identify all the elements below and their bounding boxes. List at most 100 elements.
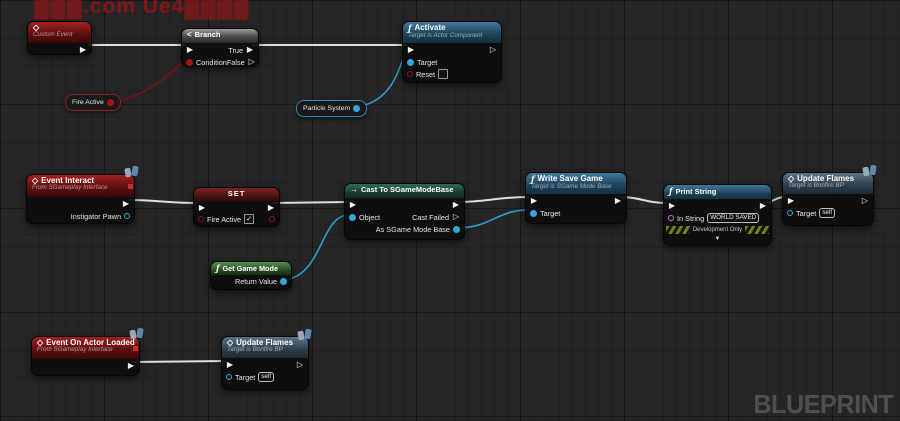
pin-label-false: False bbox=[227, 58, 245, 67]
target-pin[interactable] bbox=[530, 210, 537, 217]
exec-out-pin[interactable] bbox=[759, 202, 767, 210]
target-pin[interactable] bbox=[407, 59, 414, 66]
pin-label-object: Object bbox=[359, 213, 380, 222]
function-icon bbox=[669, 187, 672, 196]
wire-object-particle-activate bbox=[358, 59, 403, 107]
node-activate[interactable]: Activate Target is Actor Component Targe… bbox=[402, 21, 502, 83]
node-title: Print String bbox=[675, 188, 716, 196]
node-branch[interactable]: Branch True Condition False bbox=[181, 28, 259, 67]
pin-label-as-sgamemodebase: As SGame Mode Base bbox=[376, 225, 450, 234]
pin-label-condition: Condition bbox=[196, 58, 227, 67]
exec-in-pin[interactable] bbox=[186, 46, 194, 54]
node-custom-event[interactable]: Custom Event bbox=[27, 21, 92, 55]
blueprint-canvas[interactable]: Custom Event Branch True Condition False… bbox=[0, 0, 900, 421]
in-string-pin[interactable] bbox=[668, 215, 674, 221]
development-only-label: Development Only bbox=[690, 227, 745, 233]
true-exec-pin[interactable] bbox=[246, 46, 254, 54]
node-subtitle: From SGameplay Interface bbox=[37, 347, 134, 354]
pin-label-cast-failed: Cast Failed bbox=[412, 213, 449, 222]
wire-exec-cast-write bbox=[456, 197, 529, 202]
node-write-save-game[interactable]: Write Save Game Target is SGame Mode Bas… bbox=[525, 172, 627, 224]
cast-icon bbox=[350, 186, 358, 194]
target-pin[interactable] bbox=[226, 374, 232, 380]
node-event-interact[interactable]: Event Interact From SGameplay Interface … bbox=[26, 174, 135, 224]
node-header: Event On Actor Loaded From SGameplay Int… bbox=[32, 337, 139, 359]
target-pin[interactable] bbox=[787, 210, 793, 216]
blueprint-interface-icon bbox=[862, 165, 878, 178]
exec-in-pin[interactable] bbox=[349, 201, 357, 209]
function-icon bbox=[216, 264, 219, 273]
blueprint-interface-icon bbox=[129, 328, 145, 341]
pin-label-instigator-pawn: Instigator Pawn bbox=[71, 212, 121, 221]
target-self-value[interactable]: self bbox=[819, 208, 835, 218]
condition-pin[interactable] bbox=[186, 59, 193, 66]
bool-out-pin[interactable] bbox=[107, 99, 114, 106]
blueprint-interface-icon bbox=[297, 329, 313, 342]
wire-object-cast-write bbox=[456, 210, 529, 228]
node-title: Get Game Mode bbox=[222, 265, 278, 273]
blueprint-interface-icon bbox=[124, 166, 140, 179]
exec-out-pin[interactable] bbox=[79, 46, 87, 54]
node-subtitle: From SGameplay Interface bbox=[32, 185, 129, 192]
pin-label-in-string: In String bbox=[677, 214, 704, 223]
target-self-value[interactable]: self bbox=[258, 372, 274, 382]
expand-chevron-icon[interactable]: ▼ bbox=[664, 236, 771, 243]
pin-label-reset: Reset bbox=[416, 70, 435, 79]
node-header: Custom Event bbox=[28, 22, 91, 43]
node-event-on-actor-loaded[interactable]: Event On Actor Loaded From SGameplay Int… bbox=[31, 336, 140, 376]
node-header: Update Flames Target is Bonfire BP bbox=[222, 337, 308, 358]
return-value-pin[interactable] bbox=[280, 278, 287, 285]
exec-in-pin[interactable] bbox=[198, 204, 206, 212]
value-out-pin[interactable] bbox=[269, 216, 275, 222]
pin-label-fire-active: Fire Active bbox=[207, 215, 241, 224]
pin-label-target: Target bbox=[235, 373, 255, 382]
false-exec-pin[interactable] bbox=[248, 58, 256, 66]
object-out-pin[interactable] bbox=[353, 105, 360, 112]
node-subtitle: Target is Bonfire BP bbox=[227, 347, 303, 354]
exec-out-pin[interactable] bbox=[122, 200, 130, 208]
in-string-value[interactable]: WORLD SAVED bbox=[707, 213, 759, 223]
value-in-pin[interactable] bbox=[198, 216, 204, 222]
instigator-pawn-pin[interactable] bbox=[124, 213, 130, 219]
variable-get-fire-active[interactable]: Fire Active bbox=[65, 94, 121, 111]
node-corner-marker bbox=[128, 184, 133, 189]
node-cast-to-sgamemodebase[interactable]: Cast To SGameModeBase Object Cast Failed… bbox=[344, 183, 465, 240]
exec-out-pin[interactable] bbox=[127, 362, 135, 370]
wire-bool-fireactive-condition bbox=[119, 60, 185, 101]
node-subtitle: Target is SGame Mode Base bbox=[531, 184, 621, 191]
node-title: Branch bbox=[195, 31, 221, 39]
pin-label-true: True bbox=[228, 46, 243, 55]
node-header: Write Save Game Target is SGame Mode Bas… bbox=[526, 173, 626, 194]
node-subtitle: Target is Bonfire BP bbox=[788, 183, 868, 190]
exec-in-pin[interactable] bbox=[226, 361, 234, 369]
node-subtitle: Custom Event bbox=[33, 32, 86, 39]
exec-out-pin[interactable] bbox=[296, 361, 304, 369]
reset-pin[interactable] bbox=[407, 71, 413, 77]
exec-in-pin[interactable] bbox=[407, 46, 415, 54]
node-update-flames-right[interactable]: Update Flames Target is Bonfire BP Targe… bbox=[782, 172, 874, 226]
development-only-banner: Development Only bbox=[666, 225, 769, 235]
variable-get-particle-system[interactable]: Particle System bbox=[296, 100, 367, 117]
exec-out-pin[interactable] bbox=[614, 197, 622, 205]
exec-out-pin[interactable] bbox=[267, 204, 275, 212]
node-print-string[interactable]: Print String In StringWORLD SAVED Develo… bbox=[663, 184, 772, 246]
value-checkbox[interactable] bbox=[244, 214, 254, 224]
reset-checkbox[interactable] bbox=[438, 69, 448, 79]
exec-out-pin[interactable] bbox=[861, 197, 869, 205]
exec-out-pin[interactable] bbox=[452, 201, 460, 209]
exec-out-pin[interactable] bbox=[489, 46, 497, 54]
object-pin[interactable] bbox=[349, 214, 356, 221]
node-header: Branch bbox=[182, 29, 258, 43]
wire-exec-interact-set bbox=[128, 200, 197, 203]
node-get-game-mode[interactable]: Get Game Mode Return Value bbox=[210, 261, 292, 290]
pin-label-target: Target bbox=[540, 209, 560, 218]
cast-failed-pin[interactable] bbox=[452, 213, 460, 221]
as-sgamemodebase-pin[interactable] bbox=[453, 226, 460, 233]
pin-label-target: Target bbox=[417, 58, 437, 67]
node-header: Activate Target is Actor Component bbox=[403, 22, 501, 43]
node-update-flames-bottom[interactable]: Update Flames Target is Bonfire BP Targe… bbox=[221, 336, 309, 390]
exec-in-pin[interactable] bbox=[668, 202, 676, 210]
exec-in-pin[interactable] bbox=[787, 197, 795, 205]
exec-in-pin[interactable] bbox=[530, 197, 538, 205]
node-set-fire-active[interactable]: SET Fire Active bbox=[193, 187, 280, 227]
